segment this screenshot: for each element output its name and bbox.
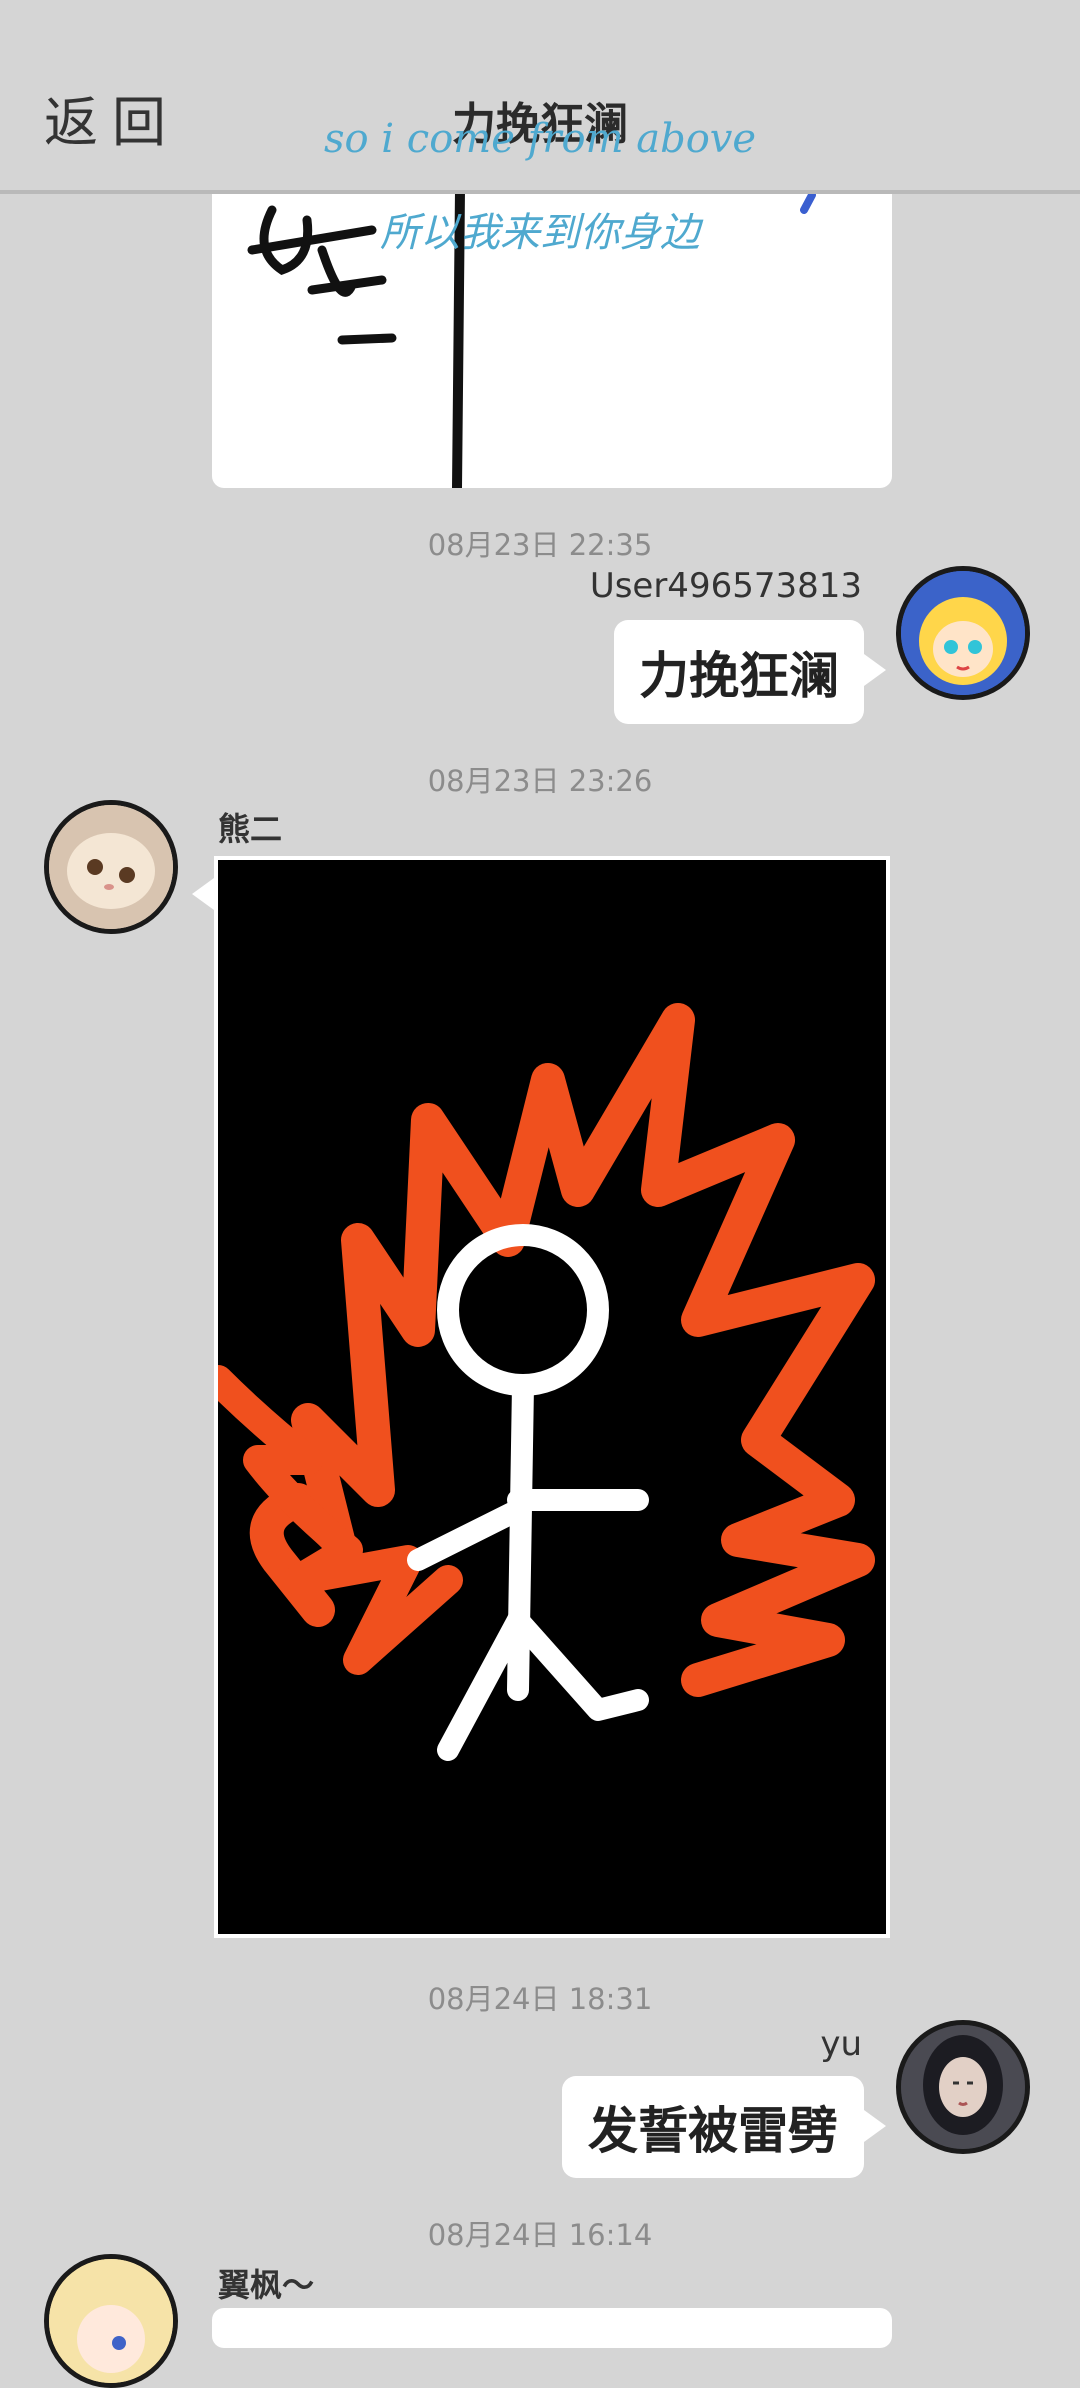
message-timestamp: 08月24日 16:14 [427, 2218, 653, 2252]
sender-name: User496573813 [589, 566, 862, 606]
anime-girl-blue-avatar[interactable] [896, 566, 1030, 700]
sender-name: yu [820, 2024, 862, 2064]
message-timestamp: 08月23日 22:35 [427, 528, 653, 562]
message-bubble[interactable]: 力挽狂澜 [614, 620, 864, 724]
dark-hair-woman-avatar[interactable] [896, 2020, 1030, 2154]
message-timestamp: 08月24日 18:31 [427, 1982, 653, 2016]
bubble-tail [864, 2110, 886, 2142]
bubble-tail [192, 878, 214, 910]
message-timestamp: 08月23日 23:26 [427, 764, 653, 798]
top-bar: 返回 力挽狂澜 [0, 0, 1080, 194]
blonde-anime-avatar[interactable] [44, 2254, 178, 2388]
bubble-tail [864, 654, 886, 686]
chat-image-partial[interactable] [212, 2308, 892, 2348]
lyric-overlay-english: so i come from above [323, 116, 757, 162]
cat-avatar[interactable] [44, 800, 178, 934]
stick-figure-flames-image [218, 860, 886, 1934]
chat-image-stick-figure[interactable] [214, 856, 890, 1938]
sender-name: 熊二 [218, 810, 283, 848]
message-bubble[interactable]: 发誓被雷劈 [562, 2076, 864, 2178]
sender-name: 翼枫～ [218, 2266, 315, 2304]
lyric-overlay-chinese: 所以我来到你身边 [380, 210, 700, 256]
